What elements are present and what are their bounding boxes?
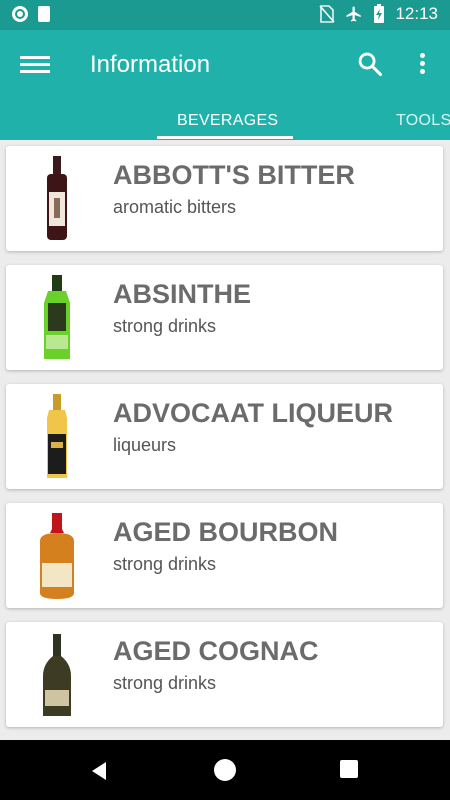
bitters-bottle-icon bbox=[47, 156, 67, 240]
back-icon[interactable] bbox=[88, 760, 110, 782]
tab-tools[interactable]: TOOLS bbox=[396, 112, 450, 130]
cognac-bottle-icon bbox=[43, 634, 71, 716]
no-sim-icon bbox=[319, 5, 336, 23]
item-name: ABBOTT'S BITTER bbox=[113, 160, 355, 190]
list-item[interactable]: ABBOTT'S BITTER aromatic bitters bbox=[6, 146, 443, 251]
item-type: strong drinks bbox=[113, 316, 217, 336]
airplane-mode-icon bbox=[346, 6, 362, 22]
list-item[interactable]: ADVOCAAT LIQUEUR liqueurs bbox=[6, 384, 443, 489]
list-item[interactable]: AGED BOURBON strong drinks bbox=[6, 503, 443, 608]
search-button[interactable] bbox=[356, 50, 384, 78]
tab-beverages[interactable]: BEVERAGES bbox=[177, 112, 278, 130]
status-bar: 12:13 bbox=[0, 0, 450, 30]
item-name: AGED BOURBON bbox=[113, 517, 339, 547]
item-name: AGED COGNAC bbox=[113, 636, 319, 666]
hamburger-icon bbox=[20, 56, 50, 59]
app-bar: Information bbox=[0, 30, 450, 100]
recent-apps-icon[interactable] bbox=[340, 760, 358, 778]
item-type: liqueurs bbox=[113, 435, 177, 455]
list-item[interactable]: ABSINTHE strong drinks bbox=[6, 265, 443, 370]
item-name: ADVOCAAT LIQUEUR bbox=[113, 398, 393, 428]
item-type: strong drinks bbox=[113, 554, 217, 574]
tab-indicator bbox=[157, 136, 293, 139]
sync-icon bbox=[12, 6, 28, 22]
absinthe-bottle-icon bbox=[44, 275, 70, 359]
search-icon bbox=[358, 52, 383, 77]
more-vert-icon bbox=[419, 53, 425, 58]
list-item[interactable]: AGED COGNAC strong drinks bbox=[6, 622, 443, 727]
more-options-button[interactable] bbox=[414, 50, 430, 80]
item-type: aromatic bitters bbox=[113, 197, 237, 217]
tab-bar: BEVERAGES TOOLS bbox=[0, 100, 450, 140]
page-title: Information bbox=[90, 51, 211, 78]
system-nav-bar bbox=[0, 740, 450, 800]
battery-charging-icon bbox=[374, 4, 385, 23]
beverage-list: ABBOTT'S BITTER aromatic bitters ABSINTH… bbox=[0, 140, 450, 740]
advocaat-bottle-icon bbox=[47, 394, 67, 478]
home-icon[interactable] bbox=[214, 759, 236, 781]
menu-button[interactable] bbox=[20, 52, 50, 78]
item-type: strong drinks bbox=[113, 673, 217, 693]
clock: 12:13 bbox=[395, 4, 438, 23]
item-name: ABSINTHE bbox=[113, 279, 252, 309]
bourbon-bottle-icon bbox=[40, 513, 74, 599]
sd-card-icon bbox=[38, 6, 50, 22]
